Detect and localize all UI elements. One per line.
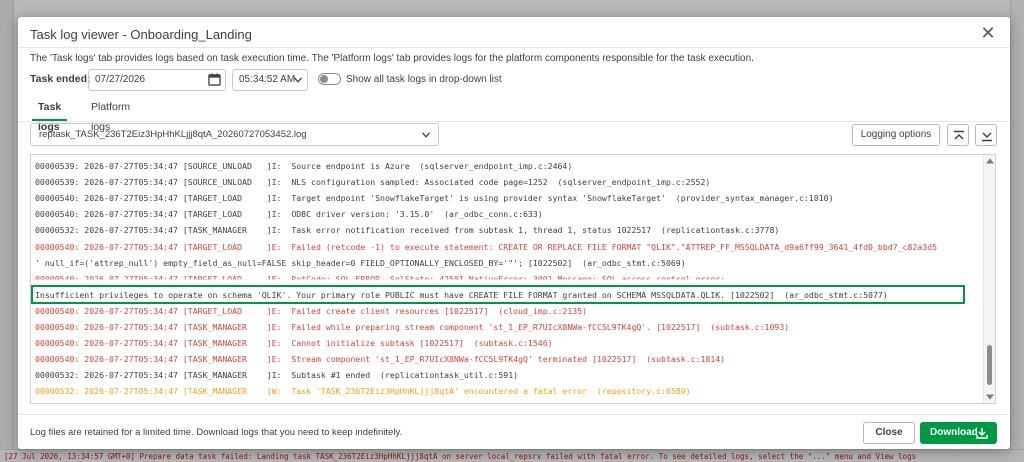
- download-button[interactable]: Download: [920, 422, 997, 444]
- scroll-top-icon: [954, 130, 964, 140]
- scroll-thumb[interactable]: [987, 345, 992, 385]
- calendar-icon[interactable]: [208, 73, 221, 86]
- scroll-down-icon[interactable]: [986, 394, 994, 400]
- log-line: 00000539: 2026-07-27T05:34:47 [SOURCE_UN…: [35, 177, 711, 188]
- show-all-logs-toggle[interactable]: [318, 73, 341, 85]
- log-line: 00000532: 2026-07-27T05:34:47 [TASK_MANA…: [35, 386, 691, 397]
- close-button[interactable]: Close: [863, 422, 915, 444]
- log-line: 00000540: 2026-07-27T05:34:47 [TASK_MANA…: [35, 338, 553, 349]
- scroll-bottom-icon: [982, 132, 992, 142]
- scroll-up-icon[interactable]: [986, 158, 994, 164]
- log-line: 00000540: 2026-07-27T05:34:47 [TARGET_LO…: [35, 209, 543, 220]
- task-ended-time-select[interactable]: 05:34:52 AM: [232, 69, 308, 91]
- chevron-down-icon: [422, 132, 430, 138]
- log-line: Insufficient privileges to operate on sc…: [35, 289, 888, 300]
- scroll-to-bottom-button[interactable]: [975, 124, 997, 146]
- log-line: 00000540: 2026-07-27T05:34:47 [TARGET_LO…: [35, 241, 938, 252]
- download-icon: [976, 428, 988, 439]
- log-viewer[interactable]: 00000539: 2026-07-27T05:34:47 [SOURCE_UN…: [30, 154, 996, 404]
- tab-platform-logs[interactable]: Platform logs: [91, 97, 130, 133]
- footer-divider: [18, 414, 1010, 415]
- dialog-title: Task log viewer - Onboarding_Landing: [30, 27, 252, 42]
- dialog-description: The 'Task logs' tab provides logs based …: [30, 53, 754, 64]
- log-line: ' null_if=('attrep_null') empty_field_as…: [35, 257, 686, 268]
- log-line: 00000540: 2026-07-27T05:34:47 [TARGET_LO…: [35, 305, 588, 316]
- log-line: 00000539: 2026-07-27T05:34:47 [SOURCE_UN…: [35, 161, 573, 171]
- title-divider: [18, 47, 1010, 48]
- task-log-viewer-dialog: Task log viewer - Onboarding_Landing ✕ T…: [18, 17, 1010, 449]
- log-line: 00000540: 2026-07-27T05:34:47 [TARGET_LO…: [35, 273, 726, 284]
- close-icon[interactable]: ✕: [978, 23, 998, 43]
- tab-task-logs[interactable]: Task logs: [31, 97, 68, 133]
- log-file-select[interactable]: reptask_TASK_236T2Eiz3HpHhKLjjj8qtA_2026…: [30, 123, 439, 146]
- chevron-down-icon: [294, 77, 302, 83]
- date-value: 07/27/2026: [95, 74, 146, 85]
- task-ended-date-input[interactable]: 07/27/2026: [88, 69, 226, 91]
- download-label: Download: [930, 427, 978, 438]
- tabs-divider: [18, 121, 1010, 122]
- scroll-to-top-button[interactable]: [947, 124, 969, 146]
- log-line: 00000540: 2026-07-27T05:34:47 [TASK_MANA…: [35, 354, 726, 365]
- retention-note: Log files are retained for a limited tim…: [30, 427, 403, 438]
- show-all-logs-label: Show all task logs in drop-down list: [346, 74, 502, 85]
- log-line: 00000532: 2026-07-27T05:34:47 [TASK_MANA…: [35, 225, 780, 236]
- log-lines: 00000539: 2026-07-27T05:34:47 [SOURCE_UN…: [31, 155, 983, 403]
- log-file-value: reptask_TASK_236T2Eiz3HpHhKLjjj8qtA_2026…: [39, 129, 307, 140]
- task-ended-label: Task ended:: [30, 73, 91, 85]
- log-line: 00000532: 2026-07-27T05:34:47 [TASK_MANA…: [35, 370, 519, 381]
- log-line: 00000540: 2026-07-27T05:34:47 [TASK_MANA…: [35, 322, 790, 332]
- logging-options-button[interactable]: Logging options: [852, 124, 940, 146]
- log-scrollbar[interactable]: [983, 155, 995, 403]
- time-value: 05:34:52 AM: [239, 74, 296, 85]
- log-line: 00000540: 2026-07-27T05:34:47 [TARGET_LO…: [35, 193, 834, 204]
